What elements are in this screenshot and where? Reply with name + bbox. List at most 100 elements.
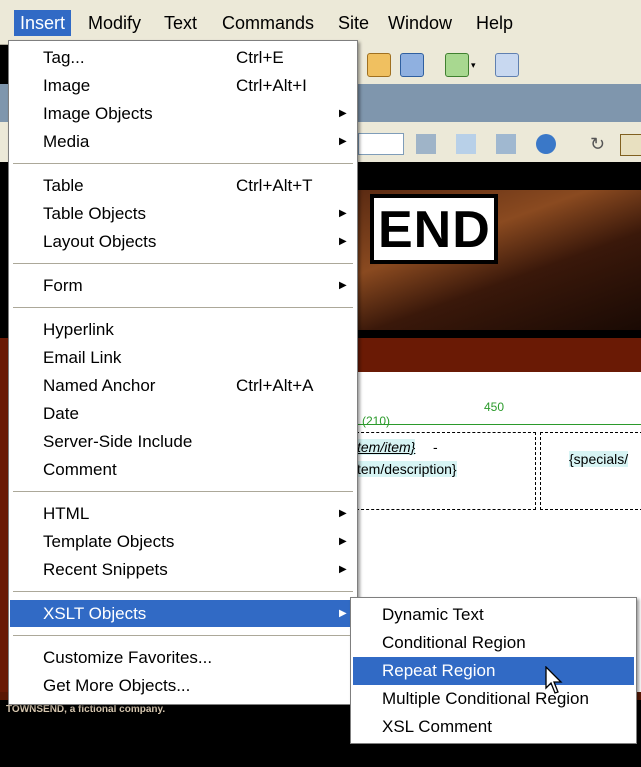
menu-item-email-link[interactable]: Email Link — [10, 344, 356, 371]
banner-logo: END — [370, 194, 498, 264]
menu-item-table[interactable]: Table Ctrl+Alt+T — [10, 172, 356, 199]
menu-insert[interactable]: Insert — [14, 10, 72, 36]
menu-item-shortcut: Ctrl+Alt+I — [236, 76, 307, 95]
menu-item-media[interactable]: Media ▶ — [10, 128, 356, 155]
submenu-item-repeat-region[interactable]: Repeat Region — [353, 657, 634, 685]
menu-window[interactable]: Window — [382, 10, 458, 36]
menu-separator — [13, 163, 353, 164]
banner-logo-text: END — [378, 201, 491, 259]
menu-commands[interactable]: Commands — [216, 10, 320, 36]
comment-icon[interactable] — [400, 53, 424, 77]
menu-item-label: Media — [43, 132, 90, 151]
submenu-arrow-icon: ▶ — [339, 136, 347, 147]
submenu-arrow-icon: ▶ — [339, 208, 347, 219]
menu-item-server-side-include[interactable]: Server-Side Include — [10, 428, 356, 455]
submenu-arrow-icon: ▶ — [339, 536, 347, 547]
menu-separator — [13, 635, 353, 636]
menu-item-label: Named Anchor — [43, 376, 156, 395]
submenu-arrow-icon: ▶ — [339, 508, 347, 519]
menu-item-customize-favorites[interactable]: Customize Favorites... — [10, 644, 356, 671]
menu-item-shortcut: Ctrl+E — [236, 48, 284, 67]
menu-item-label: XSLT Objects — [43, 604, 147, 623]
menu-help[interactable]: Help — [470, 10, 519, 36]
mouse-cursor-icon — [545, 666, 563, 694]
menu-item-table-objects[interactable]: Table Objects ▶ — [10, 200, 356, 227]
asset-icon[interactable] — [367, 53, 391, 77]
table-cell-right[interactable]: {specials/ — [540, 432, 641, 510]
xslt-objects-submenu: Dynamic Text Conditional Region Repeat Reg… — [350, 597, 637, 744]
menu-separator — [13, 591, 353, 592]
file-management-icon[interactable] — [496, 134, 516, 154]
binding-item[interactable]: tem/item} — [357, 439, 416, 455]
menu-item-tag[interactable]: Tag... Ctrl+E — [10, 44, 356, 71]
table-cell[interactable]: tem/item} - tem/description} — [356, 432, 536, 510]
menu-bar: Insert Modify Text Commands Site Window Help — [0, 0, 641, 45]
menu-item-comment[interactable]: Comment — [10, 456, 356, 483]
menu-item-image-objects[interactable]: Image Objects ▶ — [10, 100, 356, 127]
menu-item-html[interactable]: HTML ▶ — [10, 500, 356, 527]
submenu-item-label: Dynamic Text — [382, 605, 484, 624]
menu-item-label: Layout Objects — [43, 232, 157, 251]
menu-item-label: Email Link — [43, 348, 122, 367]
menu-item-form[interactable]: Form ▶ — [10, 272, 356, 299]
menu-separator — [13, 263, 353, 264]
submenu-item-conditional-region[interactable]: Conditional Region — [353, 629, 634, 657]
check-page-icon[interactable] — [416, 134, 436, 154]
menu-item-image[interactable]: Image Ctrl+Alt+I — [10, 72, 356, 99]
snippet-icon[interactable] — [495, 53, 519, 77]
menu-item-xslt-objects[interactable]: XSLT Objects ▶ — [10, 600, 356, 627]
submenu-item-multiple-conditional-region[interactable]: Multiple Conditional Region — [353, 685, 634, 713]
menu-item-shortcut: Ctrl+Alt+A — [236, 376, 314, 395]
submenu-arrow-icon: ▶ — [339, 608, 347, 619]
submenu-arrow-icon: ▶ — [339, 564, 347, 575]
menu-item-label: Tag... — [43, 48, 85, 67]
chevron-down-icon[interactable]: ▾ — [471, 60, 476, 71]
menu-text[interactable]: Text — [158, 10, 203, 36]
menu-item-label: Date — [43, 404, 79, 423]
menu-item-label: Image — [43, 76, 91, 95]
menu-item-recent-snippets[interactable]: Recent Snippets ▶ — [10, 556, 356, 583]
menu-item-label: Form — [43, 276, 83, 295]
menu-modify[interactable]: Modify — [82, 10, 147, 36]
submenu-arrow-icon: ▶ — [339, 280, 347, 291]
menu-item-label: Customize Favorites... — [43, 648, 213, 667]
ruler-line — [356, 424, 641, 425]
menu-item-label: Get More Objects... — [43, 676, 191, 695]
footer-text: TOWNSEND, a fictional company. — [6, 704, 166, 715]
refresh-icon[interactable]: ↻ — [590, 134, 610, 154]
menu-item-label: Image Objects — [43, 104, 153, 123]
submenu-item-xsl-comment[interactable]: XSL Comment — [353, 713, 634, 741]
menu-site[interactable]: Site — [332, 10, 375, 36]
submenu-arrow-icon: ▶ — [339, 236, 347, 247]
insert-toolbar: ▾ — [355, 44, 641, 85]
menu-item-named-anchor[interactable]: Named Anchor Ctrl+Alt+A — [10, 372, 356, 399]
submenu-item-label: Repeat Region — [382, 661, 496, 680]
title-field[interactable] — [358, 133, 404, 155]
menu-item-hyperlink[interactable]: Hyperlink — [10, 316, 356, 343]
globe-icon[interactable] — [536, 134, 556, 154]
preview-icon[interactable] — [456, 134, 476, 154]
menu-item-label: Table Objects — [43, 204, 146, 223]
menu-item-label: Comment — [43, 460, 117, 479]
menu-item-shortcut: Ctrl+Alt+T — [236, 176, 313, 195]
menu-item-template-objects[interactable]: Template Objects ▶ — [10, 528, 356, 555]
binding-separator: - — [433, 439, 438, 455]
view-options-icon[interactable] — [620, 134, 641, 156]
submenu-item-label: Conditional Region — [382, 633, 526, 652]
menu-item-label: Table — [43, 176, 84, 195]
menu-item-date[interactable]: Date — [10, 400, 356, 427]
menu-item-label: Hyperlink — [43, 320, 114, 339]
menu-item-label: Recent Snippets — [43, 560, 168, 579]
menu-item-layout-objects[interactable]: Layout Objects ▶ — [10, 228, 356, 255]
menu-item-label: Template Objects — [43, 532, 175, 551]
menu-item-label: HTML — [43, 504, 90, 523]
template-icon[interactable] — [445, 53, 469, 77]
submenu-item-dynamic-text[interactable]: Dynamic Text — [353, 601, 634, 629]
menu-item-label: Server-Side Include — [43, 432, 193, 451]
binding-description[interactable]: tem/description} — [357, 461, 457, 477]
binding-specials[interactable]: {specials/ — [569, 451, 629, 467]
menu-separator — [13, 307, 353, 308]
menu-separator — [13, 491, 353, 492]
insert-menu: Tag... Ctrl+E Image Ctrl+Alt+I Image Objects… — [8, 40, 358, 705]
menu-item-get-more-objects[interactable]: Get More Objects... — [10, 672, 356, 699]
